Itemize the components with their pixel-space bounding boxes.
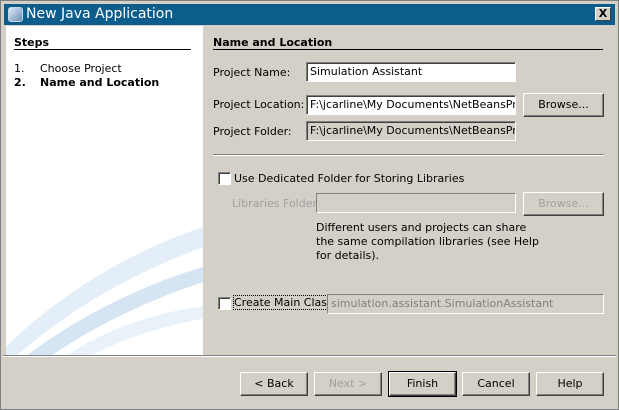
project-name-input[interactable]: Simulation Assistant <box>306 62 516 82</box>
project-location-input[interactable]: F:\jcarline\My Documents\NetBeansProject <box>306 95 516 115</box>
libraries-browse-button[interactable]: Browse... <box>523 192 604 216</box>
project-name-label: Project Name: <box>213 66 291 79</box>
steps-panel: Steps 1. Choose Project 2. Name and Loca… <box>6 26 203 355</box>
step-choose-project: Choose Project <box>40 62 122 75</box>
dedicated-folder-label[interactable]: Use Dedicated Folder for Storing Librari… <box>234 172 464 185</box>
next-button[interactable]: Next > <box>314 372 382 396</box>
project-location-label: Project Location: <box>213 98 305 111</box>
section-divider <box>213 49 603 50</box>
dedicated-folder-checkbox[interactable] <box>218 172 231 185</box>
step-num-2: 2. <box>14 76 26 89</box>
window-title: New Java Application <box>26 6 174 22</box>
cancel-button[interactable]: Cancel <box>462 372 530 396</box>
create-main-class-label[interactable]: Create Main Class <box>233 295 334 310</box>
separator <box>213 154 604 156</box>
step-name-and-location: Name and Location <box>40 76 160 89</box>
project-folder-label: Project Folder: <box>213 125 292 138</box>
steps-heading: Steps <box>14 36 50 49</box>
browse-location-button[interactable]: Browse... <box>523 93 604 117</box>
decorative-swoosh-icon <box>6 227 203 355</box>
project-folder-field: F:\jcarline\My Documents\NetBeansProject <box>306 121 516 141</box>
title-bar[interactable]: New Java Application X <box>4 4 615 25</box>
app-icon <box>8 7 23 22</box>
section-heading: Name and Location <box>213 36 333 49</box>
libraries-help-text: Different users and projects can share t… <box>316 221 539 263</box>
help-line: for details). <box>316 249 380 262</box>
steps-divider <box>14 49 191 50</box>
back-button[interactable]: < Back <box>240 372 308 396</box>
help-line: Different users and projects can share <box>316 221 527 234</box>
footer-separator <box>3 355 616 357</box>
libraries-folder-input[interactable] <box>316 193 516 213</box>
main-class-input[interactable]: simulation.assistant.SimulationAssistant <box>327 294 604 314</box>
help-line: the same compilation libraries (see Help <box>316 235 539 248</box>
create-main-class-checkbox[interactable] <box>218 297 231 310</box>
step-num-1: 1. <box>14 62 25 75</box>
finish-button[interactable]: Finish <box>388 371 457 397</box>
libraries-folder-label: Libraries Folder: <box>232 197 321 210</box>
help-button[interactable]: Help <box>536 372 604 396</box>
close-button[interactable]: X <box>595 7 611 21</box>
